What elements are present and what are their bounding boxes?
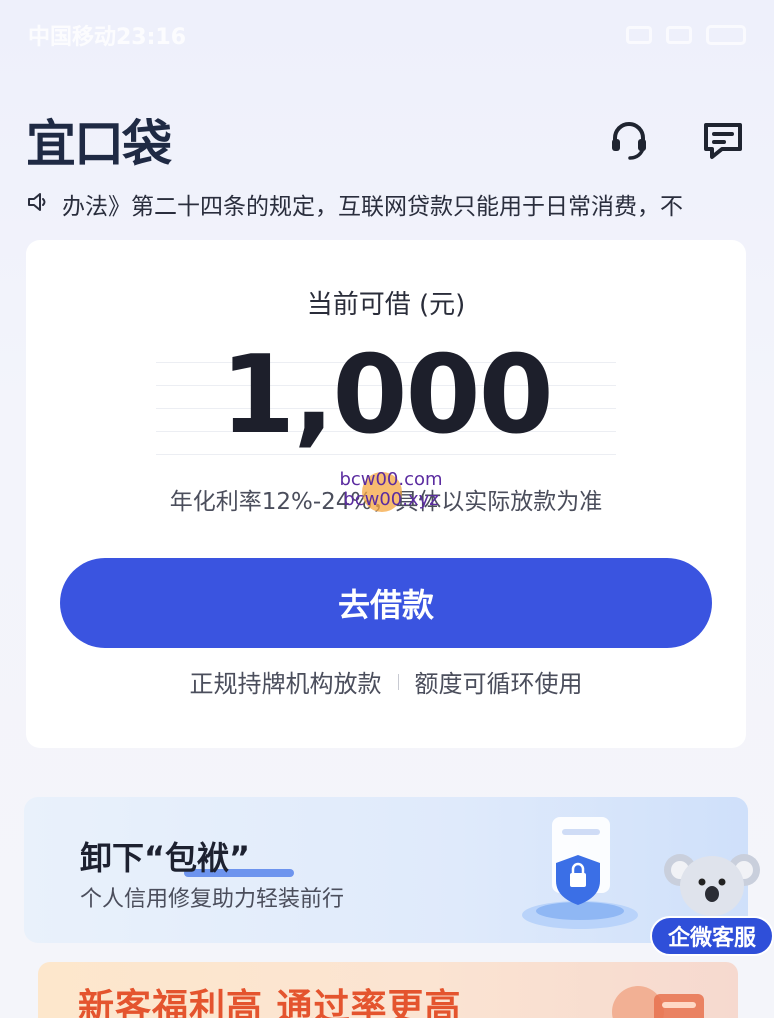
gift-card-icon: [612, 986, 704, 1018]
promo-text: 新客福利高 通过率更高: [78, 987, 462, 1018]
feature-divider: [397, 673, 399, 690]
watermark-line-2: bcw00.xyz: [343, 489, 439, 510]
watermark: bcw00.com bcw00.xyz: [336, 470, 446, 520]
banner-subtitle: 个人信用修复助力轻装前行: [80, 887, 345, 912]
credit-repair-banner[interactable]: 卸下“包袱” 个人信用修复助力轻装前行: [24, 797, 748, 943]
new-customer-promo-banner[interactable]: 新客福利高 通过率更高: [38, 962, 738, 1018]
customer-service-headset-icon[interactable]: [608, 119, 650, 161]
message-icon[interactable]: [700, 119, 746, 161]
koala-mascot-icon: [664, 854, 760, 916]
app-header: 宜口袋: [0, 100, 774, 180]
feature-revolving: 额度可循环使用: [414, 670, 583, 698]
notice-bar[interactable]: 办法》第二十四条的规定，互联网贷款只能用于日常消费，不: [26, 184, 748, 224]
app-logo: 宜口袋: [26, 115, 172, 173]
speaker-icon: [26, 190, 50, 218]
notice-text: 办法》第二十四条的规定，互联网贷款只能用于日常消费，不: [62, 194, 683, 220]
wecom-service-button[interactable]: 企微客服: [650, 842, 774, 960]
status-icons: [626, 25, 746, 45]
security-document-icon: [522, 817, 638, 929]
available-amount-label: 当前可借 (元): [306, 290, 466, 320]
available-amount: 1,000: [220, 333, 554, 458]
feature-licensed: 正规持牌机构放款: [189, 670, 382, 698]
wecom-service-label[interactable]: 企微客服: [650, 916, 774, 956]
signal-icon: [666, 26, 692, 44]
loan-card: 当前可借 (元) 1,000 年化利率12%-24%，具体以实际放款为准 bcw…: [26, 240, 746, 748]
banner-title: 卸下“包袱”: [80, 839, 251, 877]
battery-icon: [706, 25, 746, 45]
feature-list: 正规持牌机构放款 额度可循环使用: [26, 664, 746, 699]
status-carrier-time: 中国移动23:16: [28, 25, 187, 50]
borrow-button[interactable]: 去借款: [60, 558, 712, 648]
status-bar: 中国移动23:16: [0, 0, 774, 70]
watermark-line-1: bcw00.com: [339, 469, 443, 490]
wifi-icon: [626, 26, 652, 44]
